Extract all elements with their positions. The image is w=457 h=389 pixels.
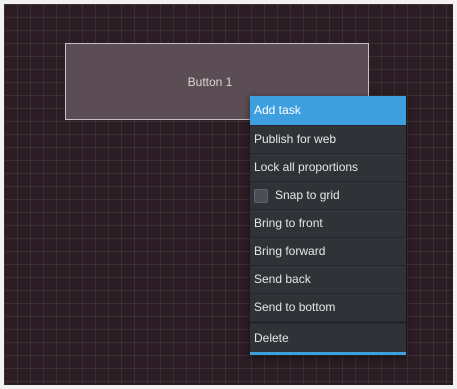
menu-item-label: Delete xyxy=(254,330,289,345)
context-menu: Add task Publish for web Lock all propor… xyxy=(250,96,406,355)
menu-item-publish-for-web[interactable]: Publish for web xyxy=(250,126,406,154)
menu-item-bring-forward[interactable]: Bring forward xyxy=(250,238,406,266)
menu-item-snap-to-grid[interactable]: Snap to grid xyxy=(250,182,406,210)
menu-item-label: Lock all proportions xyxy=(254,160,359,174)
menu-item-label: Snap to grid xyxy=(275,188,340,202)
menu-item-label: Add task xyxy=(254,103,301,117)
menu-item-label: Publish for web xyxy=(254,132,337,146)
menu-item-add-task[interactable]: Add task xyxy=(250,96,406,126)
menu-item-bring-to-front[interactable]: Bring to front xyxy=(250,210,406,238)
menu-item-delete[interactable]: Delete xyxy=(250,322,406,355)
menu-item-send-back[interactable]: Send back xyxy=(250,266,406,294)
menu-item-send-to-bottom[interactable]: Send to bottom xyxy=(250,294,406,322)
menu-item-label: Send to bottom xyxy=(254,300,336,314)
menu-item-label: Send back xyxy=(254,272,311,286)
snap-to-grid-checkbox[interactable] xyxy=(254,188,268,203)
menu-item-lock-all-proportions[interactable]: Lock all proportions xyxy=(250,154,406,182)
menu-item-label: Bring to front xyxy=(254,216,323,230)
menu-item-label: Bring forward xyxy=(254,244,326,258)
design-canvas[interactable]: Button 1 Add task Publish for web Lock a… xyxy=(4,4,453,385)
button-widget-label: Button 1 xyxy=(187,74,233,89)
